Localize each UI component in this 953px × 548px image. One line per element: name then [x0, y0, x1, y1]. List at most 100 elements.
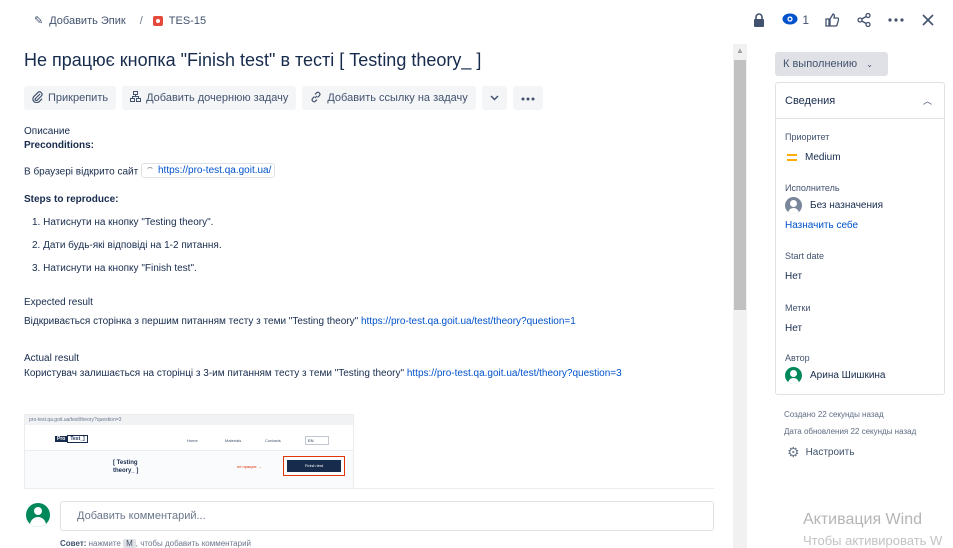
chevron-down-icon: [490, 92, 499, 104]
start-date-value[interactable]: Нет: [785, 271, 824, 282]
attach-button[interactable]: Прикрепить: [24, 86, 117, 110]
precondition-text: В браузері відкрито сайт: [24, 166, 139, 178]
priority-medium-icon: [787, 154, 797, 161]
attachment-navbar: Pro Test_] Home Materials Contacts EN: [25, 425, 353, 451]
details-header[interactable]: Сведения ︿: [776, 83, 944, 119]
issue-actions: 1: [750, 10, 937, 30]
attachment-menu-item: Contacts: [265, 438, 281, 443]
issue-sidebar: К выполнению ⌄ Сведения ︿ Приоритет Medi…: [775, 42, 953, 548]
user-avatar: [26, 503, 50, 527]
attachment-logo: Pro Test_]: [55, 435, 88, 443]
assignee-value[interactable]: Без назначения: [785, 197, 883, 214]
precondition-url[interactable]: https://pro-test.qa.goit.ua/: [158, 165, 271, 176]
watch-button[interactable]: 1: [782, 13, 809, 28]
issue-key-link[interactable]: TES-15: [169, 15, 206, 27]
breadcrumb: ✎ Добавить Эпик / TES-15: [34, 14, 206, 28]
unassigned-avatar-icon: [785, 197, 802, 214]
keyboard-shortcut: M: [123, 539, 136, 548]
start-date-label: Start date: [785, 251, 825, 261]
description-label: Описание: [24, 126, 71, 137]
actual-result-text: Користувач залишається на сторінці з 3-и…: [24, 368, 405, 379]
add-child-issue-button[interactable]: Добавить дочернюю задачу: [122, 86, 297, 110]
actual-result-label: Actual result: [24, 353, 80, 364]
chevron-down-icon: ⌄: [866, 60, 873, 69]
assignee-field: Исполнитель Без назначения Назначить себ…: [785, 183, 883, 231]
more-icon[interactable]: [887, 10, 905, 30]
steps-list: 1. Натиснути на кнопку "Testing theory".…: [32, 217, 724, 274]
attachment-url-bar: pro-test.qa.goit.ua/test/theory?question…: [25, 415, 353, 425]
top-bar: ✎ Добавить Эпик / TES-15 1: [0, 0, 953, 42]
hierarchy-icon: [130, 91, 142, 105]
expected-result-line: Відкривається сторінка з першим питанням…: [24, 316, 724, 327]
step-item: 1. Натиснути на кнопку "Testing theory".: [32, 217, 214, 228]
priority-label: Приоритет: [785, 132, 830, 142]
preconditions-heading: Preconditions:: [24, 140, 95, 151]
expected-result-link[interactable]: https://pro-test.qa.goit.ua/test/theory?…: [361, 316, 576, 327]
chevron-up-icon: ︿: [922, 96, 932, 106]
lock-icon[interactable]: [750, 10, 768, 30]
close-icon[interactable]: [919, 10, 937, 30]
bug-type-icon: [152, 15, 163, 26]
windows-activation-watermark: Активация Wind: [803, 511, 922, 528]
comment-tip: Совет: нажмите M, чтобы добавить коммент…: [60, 539, 252, 548]
loading-spinner-icon: [146, 166, 154, 175]
assign-to-me-link[interactable]: Назначить себе: [785, 220, 883, 231]
labels-label: Метки: [785, 303, 811, 313]
step-item: 3. Натиснути на кнопку "Finish test".: [32, 263, 197, 274]
thumbs-up-icon[interactable]: [823, 10, 841, 30]
issue-title[interactable]: Не працює кнопка "Finish test" в тесті […: [24, 50, 724, 74]
scroll-up-arrow-icon[interactable]: ▲: [736, 46, 744, 55]
attachment-menu-item: Home: [187, 438, 198, 443]
link-issue-label: Добавить ссылку на задачу: [327, 92, 468, 104]
link-dropdown-button[interactable]: [481, 86, 507, 110]
add-child-label: Добавить дочернюю задачу: [146, 92, 289, 104]
expected-result-label: Expected result: [24, 297, 93, 308]
attach-label: Прикрепить: [48, 92, 109, 104]
more-icon: [521, 92, 535, 104]
actual-result-link[interactable]: https://pro-test.qa.goit.ua/test/theory?…: [407, 368, 622, 379]
updated-timestamp: Дата обновления 22 секунды назад: [784, 427, 917, 436]
issue-toolbar: Прикрепить Добавить дочернюю задачу Доба…: [24, 86, 724, 110]
created-timestamp: Создано 22 секунды назад: [784, 410, 884, 419]
gear-icon: ⚙: [787, 444, 800, 460]
expected-result-text: Відкривається сторінка з першим питанням…: [24, 316, 359, 327]
breadcrumb-separator: /: [139, 14, 143, 27]
reporter-label: Автор: [785, 353, 810, 363]
labels-value[interactable]: Нет: [785, 323, 810, 334]
link-icon: [310, 91, 322, 106]
actual-result-line: Користувач залишається на сторінці з 3-и…: [24, 368, 724, 379]
steps-heading: Steps to reproduce:: [24, 194, 119, 205]
more-actions-button[interactable]: [512, 86, 543, 110]
attachment-lang-select: EN: [305, 436, 329, 445]
precondition-smart-link[interactable]: https://pro-test.qa.goit.ua/: [141, 163, 276, 178]
watchers-count: 1: [802, 13, 809, 27]
attachment-menu-item: Materials: [225, 438, 242, 443]
windows-activation-subtext: Чтобы активировать W: [803, 533, 943, 548]
details-title: Сведения: [785, 95, 836, 107]
reporter-value[interactable]: Арина Шишкина: [785, 367, 886, 384]
priority-value[interactable]: Medium: [785, 152, 841, 163]
attachment-heading: [ Testing theory_ ]: [113, 460, 139, 474]
reporter-avatar: [785, 367, 802, 384]
configure-button[interactable]: ⚙ Настроить: [787, 444, 854, 461]
precondition-line: В браузері відкрито сайт https://pro-tes…: [24, 163, 724, 178]
labels-field: Метки Нет: [785, 303, 810, 334]
comment-input[interactable]: Добавить комментарий...: [60, 501, 714, 531]
details-panel: Сведения ︿ Приоритет Medium Исполнитель …: [775, 82, 945, 395]
comment-bar: Добавить комментарий... Совет: нажмите M…: [24, 488, 714, 548]
main-scrollbar[interactable]: ▲: [733, 44, 747, 548]
add-epic-link[interactable]: Добавить Эпик: [49, 15, 126, 27]
scroll-thumb[interactable]: [734, 60, 746, 310]
link-issue-button[interactable]: Добавить ссылку на задачу: [302, 86, 476, 110]
eye-icon: [782, 13, 798, 28]
pencil-icon: ✎: [34, 15, 44, 27]
share-icon[interactable]: [855, 10, 873, 30]
status-button[interactable]: К выполнению ⌄: [775, 52, 888, 76]
step-item: 2. Дати будь-які відповіді на 1-2 питанн…: [32, 240, 222, 251]
attachment-screenshot[interactable]: pro-test.qa.goit.ua/test/theory?question…: [24, 414, 354, 490]
reporter-field: Автор Арина Шишкина: [785, 353, 886, 384]
attachment-arrow-note: не працює →: [237, 464, 262, 469]
issue-main: Не працює кнопка "Finish test" в тесті […: [24, 42, 724, 548]
assignee-label: Исполнитель: [785, 183, 840, 193]
attachment-finish-button: Finish test: [287, 460, 341, 472]
